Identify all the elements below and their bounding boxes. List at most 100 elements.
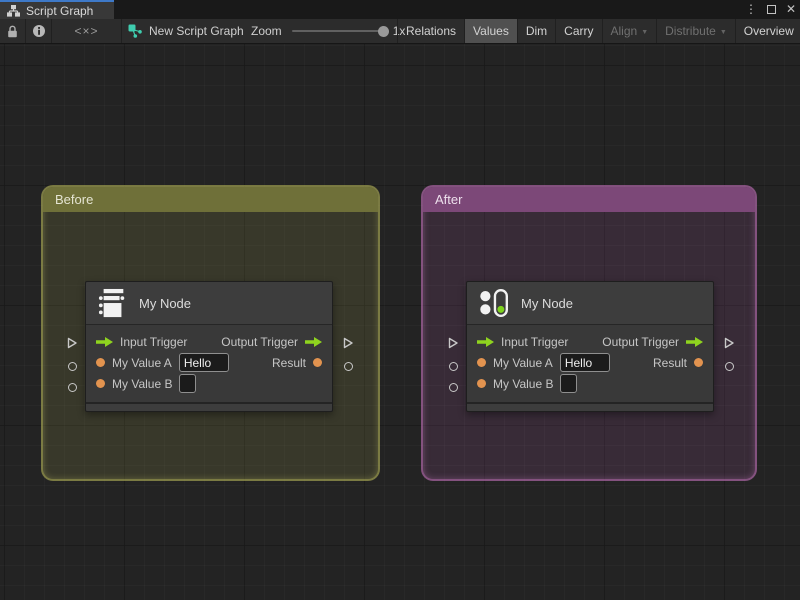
port-label: Input Trigger xyxy=(120,334,188,349)
graph-value-port[interactable] xyxy=(447,360,459,372)
port-label: My Value B xyxy=(493,376,554,391)
group-label: Before xyxy=(55,192,94,207)
graph-output-trigger-port[interactable] xyxy=(342,337,354,349)
output-trigger-port[interactable] xyxy=(305,336,322,347)
value-port-outline-icon xyxy=(448,382,458,392)
tab-label: Script Graph xyxy=(26,3,94,18)
zoom-label: Zoom xyxy=(251,24,282,38)
graph-toolbar: <×> New Script Graph Zoom 1x Relations V… xyxy=(0,19,800,44)
port-row-trigger: Input Trigger Output Trigger xyxy=(467,331,713,352)
script-graph-window: Script Graph ⋮ ✕ <×> New Script Graph Zo… xyxy=(0,0,800,600)
distribute-dropdown[interactable]: Distribute ▼ xyxy=(657,19,736,43)
dim-toggle[interactable]: Dim xyxy=(518,19,557,43)
trigger-port-outline-icon xyxy=(67,337,77,349)
value-port-outline-icon xyxy=(448,361,458,371)
info-icon xyxy=(32,25,45,37)
value-a-field[interactable] xyxy=(559,353,610,372)
align-dropdown[interactable]: Align ▼ xyxy=(603,19,658,43)
lock-icon xyxy=(8,25,17,37)
port-row-value-a: My Value A Result xyxy=(467,352,713,373)
node-header[interactable]: My Node xyxy=(467,282,713,325)
group-after-header[interactable]: After xyxy=(423,187,755,212)
toggle-node-icon xyxy=(480,289,508,317)
group-before-header[interactable]: Before xyxy=(43,187,378,212)
node-body: Input Trigger Output Trigger My Value A xyxy=(467,325,713,402)
graph-value-port[interactable] xyxy=(66,360,78,372)
relations-toggle[interactable]: Relations xyxy=(398,19,466,43)
code-preview-button[interactable]: <×> xyxy=(52,19,122,43)
port-row-trigger: Input Trigger Output Trigger xyxy=(86,331,332,352)
values-toggle[interactable]: Values xyxy=(465,19,518,43)
graph-input-trigger-port[interactable] xyxy=(447,337,459,349)
port-label: Output Trigger xyxy=(221,334,298,349)
node-title: My Node xyxy=(521,295,574,311)
port-row-value-b: My Value B xyxy=(86,373,332,394)
port-row-value-a: My Value A Result xyxy=(86,352,332,373)
carry-toggle[interactable]: Carry xyxy=(556,19,603,43)
info-button[interactable] xyxy=(26,19,52,43)
node-my-node[interactable]: My Node Input Trigger Output Trigger My … xyxy=(466,281,714,412)
zoom-control: Zoom 1x xyxy=(251,19,405,43)
graph-value-port[interactable] xyxy=(342,360,354,372)
input-trigger-port[interactable] xyxy=(477,336,494,347)
kebab-menu-icon[interactable]: ⋮ xyxy=(745,0,757,19)
overview-button[interactable]: Overview xyxy=(736,19,800,43)
node-title: My Node xyxy=(139,295,192,311)
trigger-port-outline-icon xyxy=(448,337,458,349)
port-label: Result xyxy=(271,355,306,370)
value-input-port[interactable] xyxy=(477,379,486,388)
lock-button[interactable] xyxy=(0,19,26,43)
port-label: My Value A xyxy=(112,355,172,370)
node-my-node[interactable]: My Node Input Trigger Output Trigger My … xyxy=(85,281,333,412)
zoom-slider-handle[interactable] xyxy=(377,25,389,37)
input-trigger-port[interactable] xyxy=(96,336,113,347)
node-wrap-before: My Node Input Trigger Output Trigger My … xyxy=(66,281,356,412)
node-wrap-after: My Node Input Trigger Output Trigger My … xyxy=(447,281,737,412)
value-port-outline-icon xyxy=(67,361,77,371)
port-label: Result xyxy=(652,355,687,370)
maximize-icon[interactable] xyxy=(766,5,776,14)
unit-box-icon xyxy=(98,288,125,317)
value-input-port[interactable] xyxy=(96,379,105,388)
graph-input-trigger-port[interactable] xyxy=(66,337,78,349)
code-icon: <×> xyxy=(74,24,99,38)
value-port-outline-icon xyxy=(67,382,77,392)
graph-value-port[interactable] xyxy=(447,381,459,393)
port-label: Output Trigger xyxy=(602,334,679,349)
tab-script-graph[interactable]: Script Graph xyxy=(0,0,114,19)
toolbar-left-group: <×> xyxy=(0,19,122,43)
port-label: Input Trigger xyxy=(501,334,569,349)
value-a-field[interactable] xyxy=(178,353,229,372)
window-controls: ⋮ ✕ xyxy=(745,0,796,19)
value-input-port[interactable] xyxy=(96,358,105,367)
chevron-down-icon: ▼ xyxy=(641,28,649,36)
value-input-port[interactable] xyxy=(477,358,486,367)
group-label: After xyxy=(435,192,463,207)
node-body: Input Trigger Output Trigger My Value A xyxy=(86,325,332,402)
graph-value-port[interactable] xyxy=(66,381,78,393)
port-label: My Value A xyxy=(493,355,553,370)
close-icon[interactable]: ✕ xyxy=(786,0,796,19)
value-output-port[interactable] xyxy=(313,358,322,367)
value-b-field[interactable] xyxy=(179,374,197,393)
value-port-outline-icon xyxy=(343,361,353,371)
graph-title: New Script Graph xyxy=(128,19,244,43)
node-footer xyxy=(86,402,332,411)
port-row-value-b: My Value B xyxy=(467,373,713,394)
value-b-field[interactable] xyxy=(560,374,578,393)
script-graph-icon xyxy=(128,24,142,38)
graph-canvas[interactable]: Before After My Node Input Trigger Outpu… xyxy=(0,44,800,600)
node-header[interactable]: My Node xyxy=(86,282,332,325)
graph-value-port[interactable] xyxy=(723,360,735,372)
output-trigger-port[interactable] xyxy=(686,336,703,347)
trigger-port-outline-icon xyxy=(343,337,353,349)
tab-bar: Script Graph ⋮ ✕ xyxy=(0,0,800,19)
zoom-slider[interactable] xyxy=(291,25,389,37)
node-footer xyxy=(467,402,713,411)
chevron-down-icon: ▼ xyxy=(719,28,727,36)
graph-output-trigger-port[interactable] xyxy=(723,337,735,349)
graph-name-label: New Script Graph xyxy=(149,24,244,38)
value-output-port[interactable] xyxy=(694,358,703,367)
port-label: My Value B xyxy=(112,376,173,391)
toolbar-right-group: Relations Values Dim Carry Align ▼ Distr… xyxy=(397,19,800,43)
